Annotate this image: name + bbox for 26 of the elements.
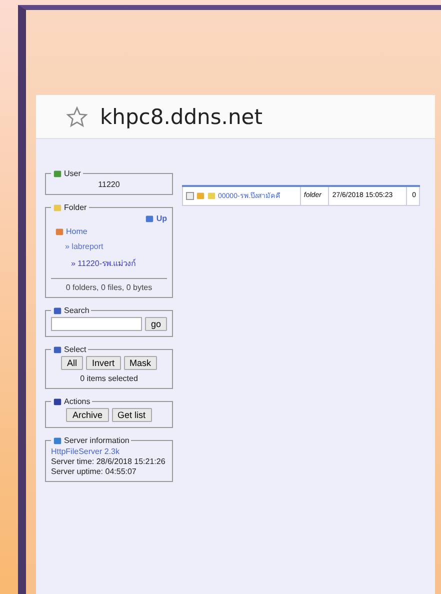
panel-title: User (64, 169, 81, 178)
folder-link[interactable]: » labreport (65, 242, 104, 251)
select-button[interactable]: Mask (124, 356, 158, 370)
folder-summary: 0 folders, 0 files, 0 bytes (64, 283, 154, 292)
go-button[interactable]: go (144, 317, 167, 331)
folder-link[interactable]: Home (66, 227, 88, 236)
panel-title: Select (64, 345, 86, 354)
action-button[interactable]: Archive (66, 408, 108, 422)
site-address: khpc8.ddns.net (100, 104, 262, 128)
server-info: Server time: 28/6/2018 15:21:26 (51, 457, 166, 466)
row-checkbox[interactable] (186, 192, 194, 200)
search-field[interactable] (51, 317, 142, 331)
select-button[interactable]: All (60, 356, 83, 370)
up-link[interactable]: Up (156, 214, 167, 223)
selection-status: 0 items selected (79, 374, 139, 383)
action-button[interactable]: Get list (112, 408, 152, 422)
user-name: 11220 (97, 180, 121, 189)
panel-title: Actions (64, 397, 90, 406)
panel-title: Server information (64, 436, 130, 445)
star-icon[interactable] (66, 106, 88, 128)
select-button[interactable]: Invert (86, 356, 120, 370)
panel-title: Search (64, 306, 90, 315)
panel-title: Folder (64, 203, 87, 212)
folder-link[interactable]: » 11220-รพ.แม่วงก์ (71, 257, 136, 270)
server-info: Server uptime: 04:55:07 (51, 467, 138, 476)
server-link[interactable]: HttpFileServer 2.3k (51, 447, 167, 456)
